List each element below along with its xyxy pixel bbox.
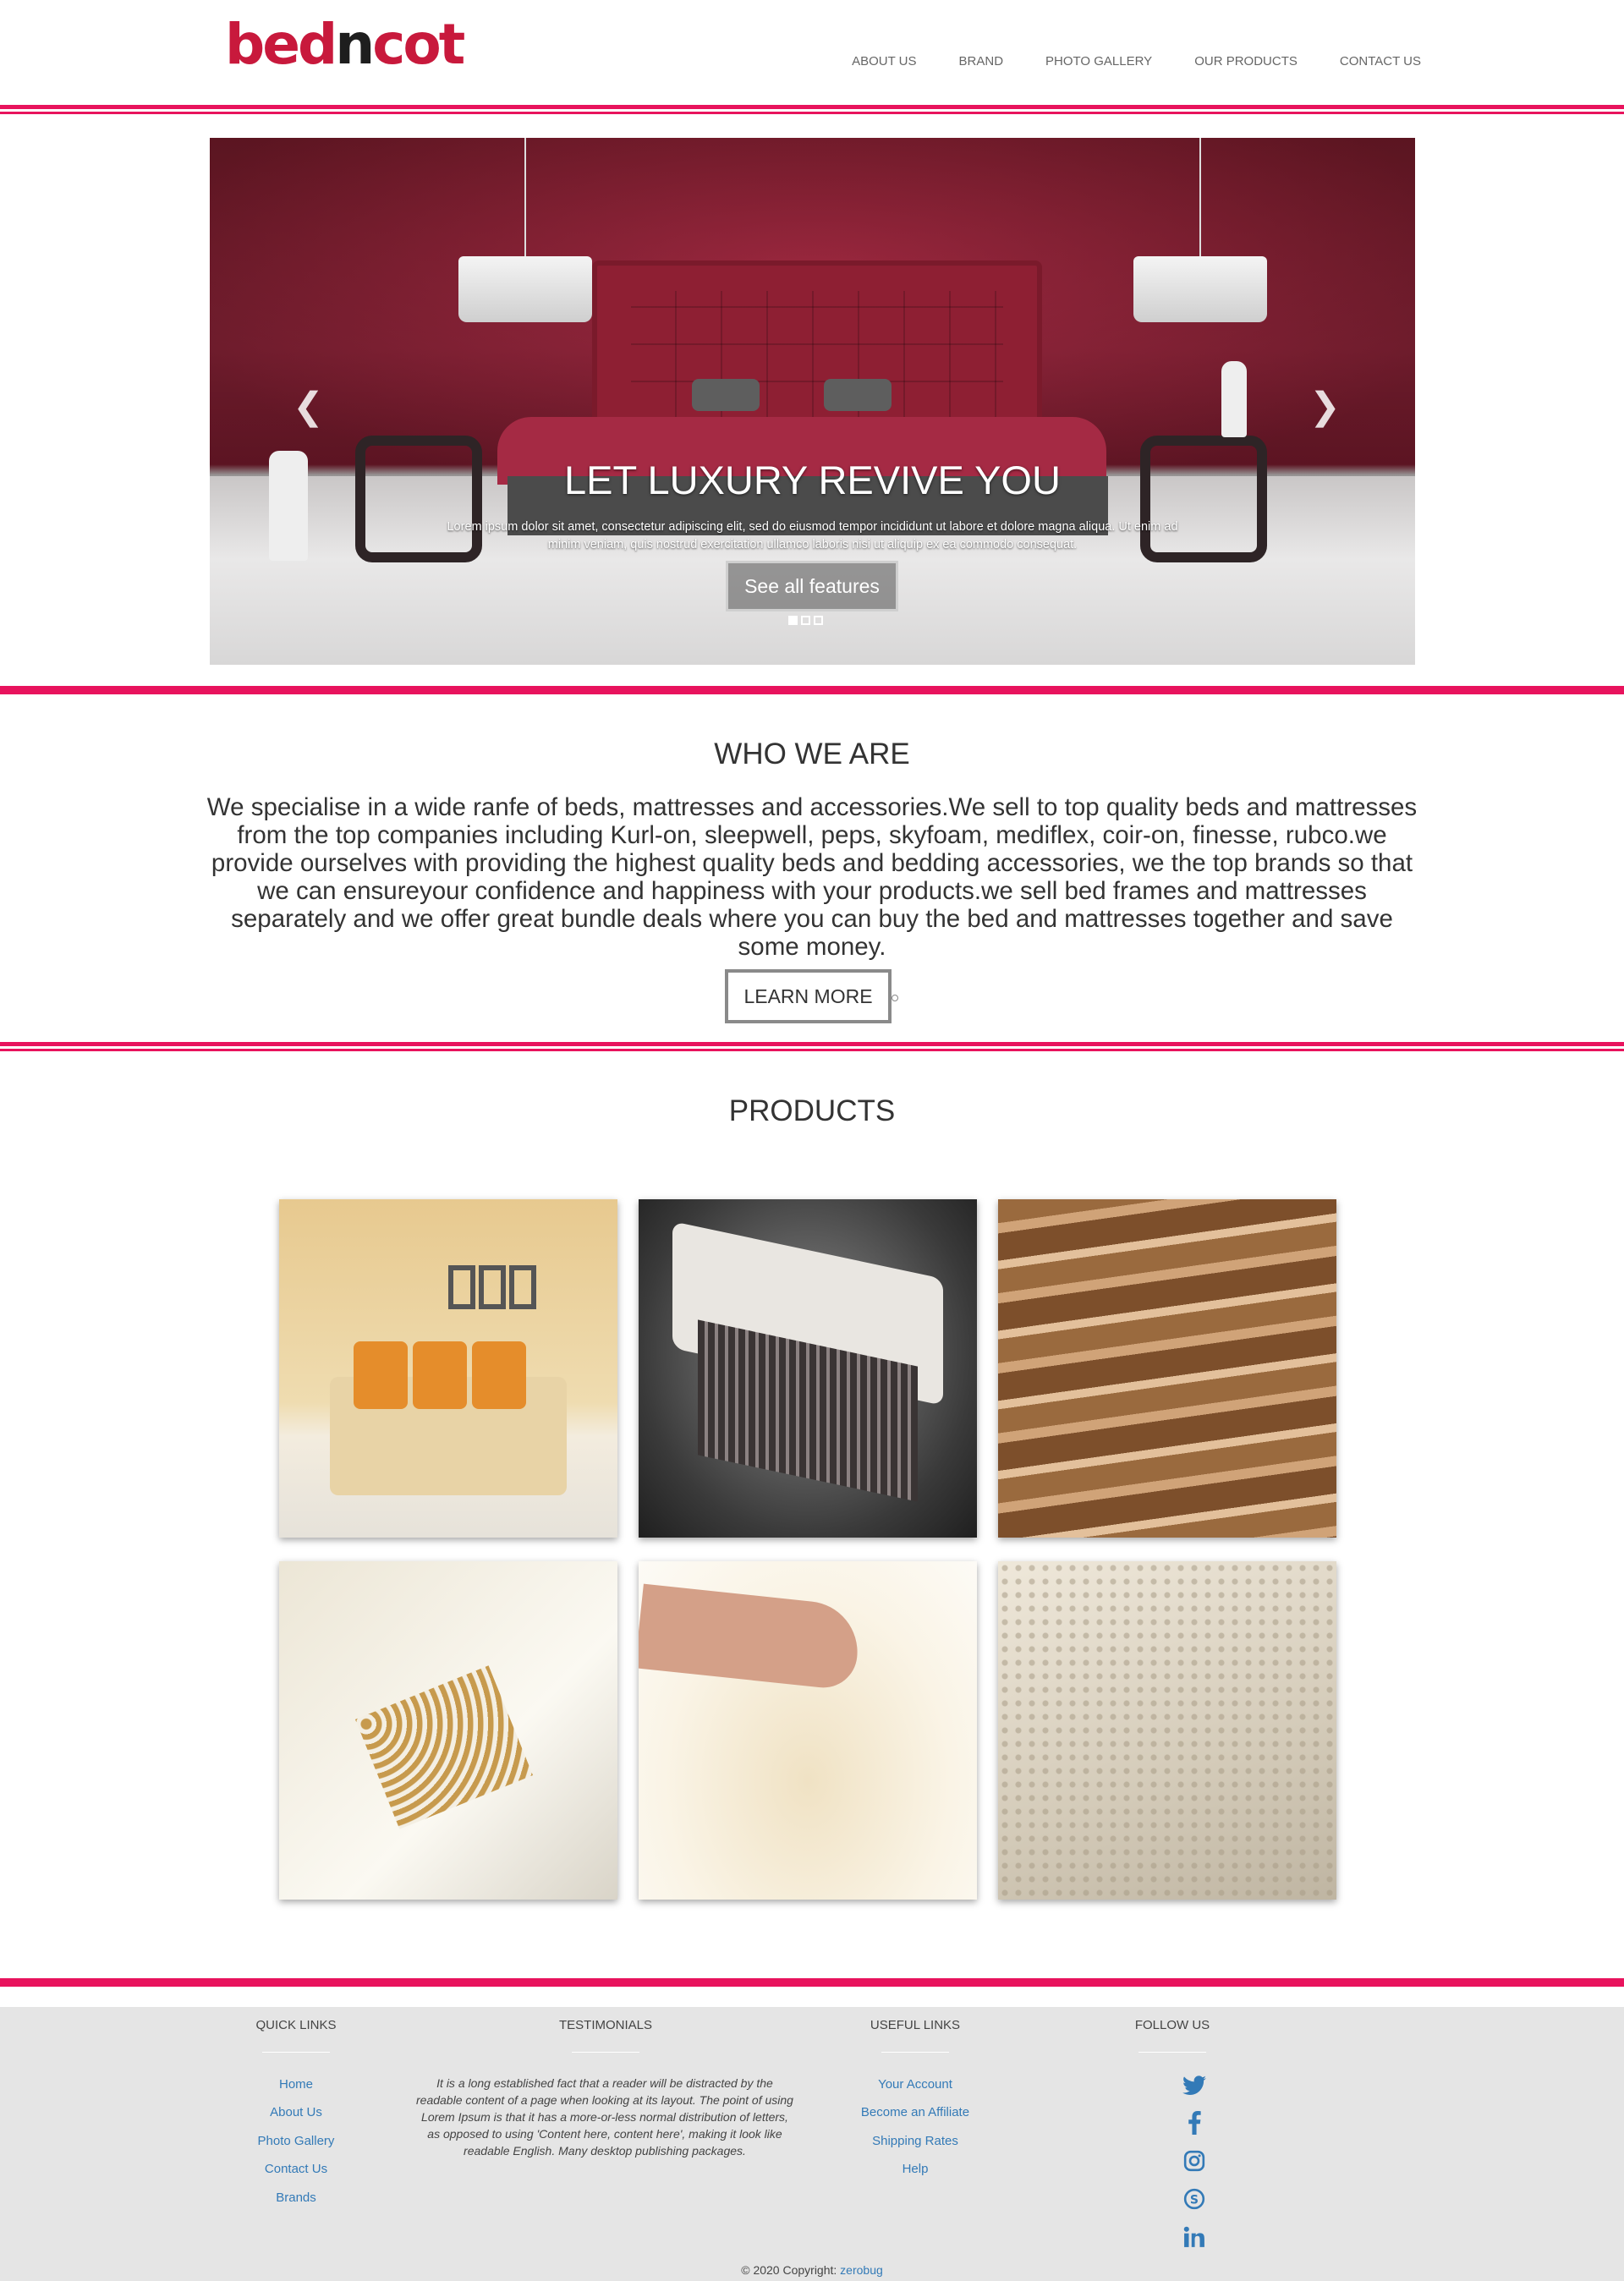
carousel-indicator-2[interactable]: [801, 616, 810, 625]
follow-us-heading: FOLLOW US: [1134, 2018, 1210, 2032]
twitter-icon[interactable]: [1182, 2075, 1207, 2100]
carousel-indicators: [788, 616, 823, 625]
product-coir-layers[interactable]: [998, 1199, 1336, 1538]
copyright-text: © 2020 Copyright:: [741, 2263, 837, 2277]
product-spring-mattress[interactable]: [639, 1199, 977, 1538]
about-divider-bottom: [0, 1049, 1624, 1051]
footer-divider: [0, 1978, 1624, 1987]
footer-link-about-us[interactable]: About Us: [228, 2105, 364, 2119]
facebook-icon[interactable]: [1182, 2111, 1207, 2139]
copyright-link[interactable]: zerobug: [840, 2263, 883, 2277]
wall-frame-1: [448, 1265, 475, 1309]
carousel-indicator-1[interactable]: [788, 616, 798, 625]
hand-image: [639, 1583, 863, 1692]
testimonial-text: It is a long established fact that a rea…: [416, 2076, 793, 2158]
wall-frame-3: [509, 1265, 536, 1309]
useful-links-heading: USEFUL LINKS: [870, 2018, 961, 2032]
lamp-cord-right: [1199, 138, 1201, 256]
sofa-cushion-1: [354, 1341, 408, 1409]
main-nav: ABOUT US BRAND PHOTO GALLERY OUR PRODUCT…: [812, 54, 1421, 69]
svg-text:S: S: [1190, 2193, 1199, 2207]
linkedin-icon[interactable]: [1182, 2226, 1207, 2252]
see-all-features-button[interactable]: See all features: [726, 561, 898, 611]
footer-link-become-affiliate[interactable]: Become an Affiliate: [831, 2105, 1000, 2119]
footer-link-shipping-rates[interactable]: Shipping Rates: [831, 2134, 1000, 2148]
nav-contact-us[interactable]: CONTACT US: [1340, 54, 1421, 69]
footer-link-help[interactable]: Help: [831, 2162, 1000, 2176]
learn-more-button[interactable]: LEARN MORE: [725, 969, 898, 1023]
quick-links-divider: [262, 2052, 330, 2053]
wall-frame-2: [479, 1265, 506, 1309]
footer-link-home[interactable]: Home: [228, 2077, 364, 2092]
footer-link-photo-gallery[interactable]: Photo Gallery: [228, 2134, 364, 2148]
sofa-cushion-3: [472, 1341, 526, 1409]
lamp-right: [1133, 256, 1267, 322]
pocket-springs: [354, 1665, 534, 1829]
hero-description: Lorem ipsum dolor sit amet, consectetur …: [447, 520, 1178, 551]
hero-carousel: ❮ ❯ LET LUXURY REVIVE YOU Lorem ipsum do…: [210, 138, 1415, 665]
products-heading: PRODUCTS: [728, 1094, 896, 1127]
brand-logo[interactable]: bedncot: [225, 12, 465, 78]
logo-text-cot: cot: [372, 12, 465, 77]
bed-headboard: [592, 260, 1042, 440]
instagram-icon[interactable]: [1182, 2150, 1207, 2176]
footer-link-your-account[interactable]: Your Account: [831, 2077, 1000, 2092]
footer-link-contact-us[interactable]: Contact Us: [228, 2162, 364, 2176]
product-pocket-spring-mattress[interactable]: [279, 1561, 617, 1900]
product-latex-foam[interactable]: [998, 1561, 1336, 1900]
testimonials-divider: [572, 2052, 639, 2053]
header-divider-bottom: [0, 112, 1624, 114]
chevron-right-icon[interactable]: ❯: [1309, 385, 1341, 428]
learn-more-label: LEARN MORE: [743, 985, 873, 1007]
who-we-are-text: We specialise in a wide ranfe of beds, m…: [206, 793, 1418, 961]
skype-icon[interactable]: S: [1182, 2188, 1207, 2214]
hero-divider: [0, 686, 1624, 694]
nav-brand[interactable]: BRAND: [959, 54, 1004, 69]
who-we-are-heading: WHO WE ARE: [714, 737, 910, 770]
pillow-left: [692, 379, 760, 411]
lamp-left: [458, 256, 592, 322]
footer-link-brands[interactable]: Brands: [228, 2191, 364, 2205]
testimonials-heading: TESTIMONIALS: [558, 2018, 653, 2032]
vase-right: [1221, 361, 1247, 437]
chevron-left-icon[interactable]: ❮: [293, 385, 324, 428]
carousel-indicator-3[interactable]: [814, 616, 823, 625]
follow-us-divider: [1138, 2052, 1206, 2053]
sofa-cushion-2: [413, 1341, 467, 1409]
header-divider-top: [0, 105, 1624, 109]
cursor-ring-icon: [892, 995, 898, 1001]
nav-photo-gallery[interactable]: PHOTO GALLERY: [1045, 54, 1152, 69]
product-memory-foam[interactable]: [639, 1561, 977, 1900]
pillow-right: [824, 379, 892, 411]
nav-our-products[interactable]: OUR PRODUCTS: [1194, 54, 1298, 69]
nav-about-us[interactable]: ABOUT US: [852, 54, 916, 69]
about-divider-top: [0, 1042, 1624, 1046]
useful-links-divider: [881, 2052, 949, 2053]
logo-text-n: n: [335, 12, 375, 77]
hero-title: LET LUXURY REVIVE YOU: [564, 458, 1061, 502]
lamp-cord-left: [524, 138, 526, 256]
product-sofa[interactable]: [279, 1199, 617, 1538]
quick-links-heading: QUICK LINKS: [255, 2018, 337, 2032]
logo-text-bed: bed: [225, 12, 337, 77]
copyright: © 2020 Copyright: zerobug: [0, 2263, 1624, 2277]
